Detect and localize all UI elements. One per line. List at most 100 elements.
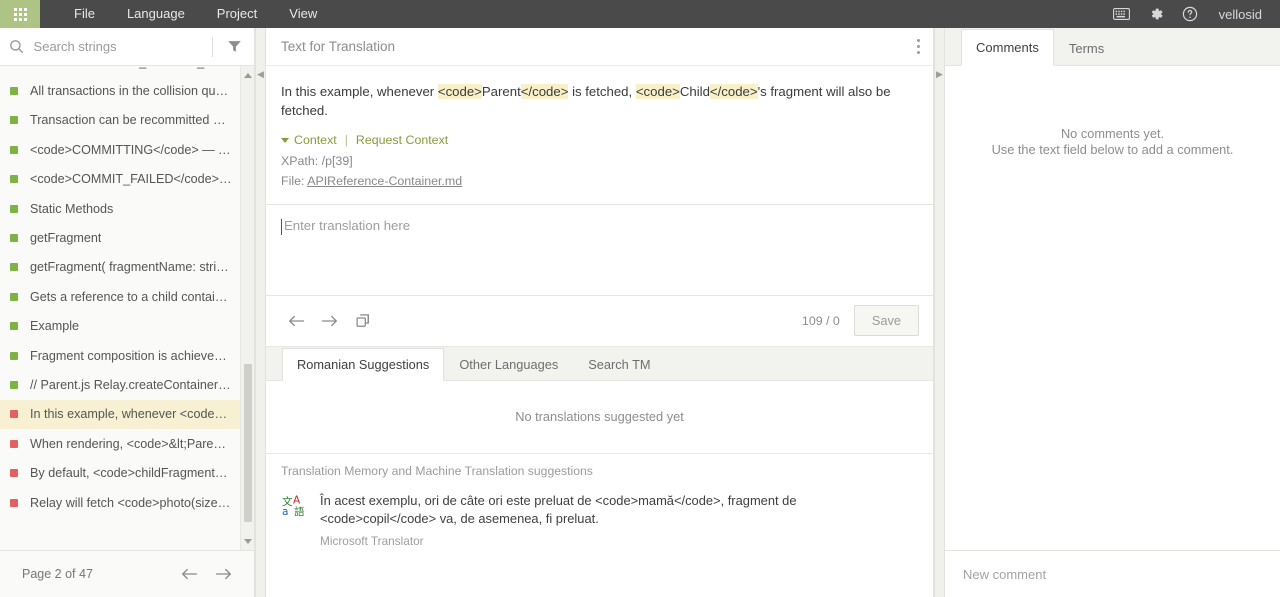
svg-text:語: 語 xyxy=(294,505,305,516)
list-item-label: All transactions in the collision queu..… xyxy=(30,84,232,99)
tm-suggestion-source: Microsoft Translator xyxy=(320,534,424,549)
kebab-menu-icon[interactable] xyxy=(903,32,933,62)
collapse-comments-handle[interactable]: ▶ xyxy=(934,28,945,597)
new-comment-input[interactable] xyxy=(961,565,1264,583)
scroll-up-arrow-icon[interactable] xyxy=(241,68,254,82)
xpath-value: /p[39] xyxy=(321,153,353,168)
keyboard-icon[interactable] xyxy=(1105,0,1139,28)
list-item-label: <code>COLLISION_COMMIT_FAILED... xyxy=(30,66,232,69)
collapse-sidebar-handle[interactable]: ◀ xyxy=(255,28,266,597)
editor-toolbar: 109 / 0 Save xyxy=(266,294,933,346)
main-menu: File Language Project View xyxy=(58,0,333,28)
file-row: File: APIReference-Container.md xyxy=(281,171,918,191)
help-icon[interactable] xyxy=(1173,0,1207,28)
list-item[interactable]: <code>COMMITTING</code> — Tra... xyxy=(0,135,254,164)
apps-grid-button[interactable] xyxy=(0,0,40,28)
list-item[interactable]: <code>COMMIT_FAILED</code> — T... xyxy=(0,165,254,194)
next-page-button[interactable] xyxy=(210,561,236,587)
list-item[interactable]: // Parent.js Relay.createContainer(P... xyxy=(0,370,254,399)
list-item[interactable]: Transaction can be recommitted or ... xyxy=(0,106,254,135)
chevron-left-icon: ◀ xyxy=(257,69,264,79)
list-item-label: In this example, whenever <code>P... xyxy=(30,407,232,422)
tab-search-tm[interactable]: Search TM xyxy=(573,348,665,381)
source-code-tag: <code> xyxy=(635,84,680,99)
list-item-label: Example xyxy=(30,319,79,334)
tab-comments[interactable]: Comments xyxy=(961,29,1054,66)
tm-suggestion-row[interactable]: 文 A a 語 În acest exemplu, ori de câte or… xyxy=(266,484,933,559)
filter-funnel-icon[interactable] xyxy=(215,39,254,54)
scrollbar-thumb[interactable] xyxy=(244,364,252,522)
list-item-label: <code>COMMITTING</code> — Tra... xyxy=(30,142,232,157)
tm-suggestion-body: În acest exemplu, ori de câte ori este p… xyxy=(320,492,911,549)
list-item[interactable]: All transactions in the collision queu..… xyxy=(0,76,254,105)
status-badge xyxy=(10,439,18,448)
prev-page-button[interactable] xyxy=(176,561,202,587)
search-input[interactable] xyxy=(33,39,210,54)
tm-suggestion-text: În acest exemplu, ori de câte ori este p… xyxy=(320,492,797,526)
list-item[interactable]: In this example, whenever <code>P... xyxy=(0,399,254,430)
xpath-row: XPath: /p[39] xyxy=(281,151,918,171)
sidebar-scrollbar[interactable] xyxy=(240,66,254,550)
list-item[interactable]: Example xyxy=(0,312,254,341)
list-item[interactable]: Fragment composition is achieved vi... xyxy=(0,341,254,370)
list-item-label: When rendering, <code>&lt;Parent&... xyxy=(30,436,232,451)
list-item[interactable]: Static Methods xyxy=(0,194,254,223)
list-item[interactable]: By default, <code>childFragment</c... xyxy=(0,458,254,487)
scroll-down-arrow-icon[interactable] xyxy=(241,534,254,548)
tab-other-languages[interactable]: Other Languages xyxy=(444,348,573,381)
menu-item-view[interactable]: View xyxy=(273,0,333,28)
gear-icon[interactable] xyxy=(1139,0,1173,28)
list-item[interactable]: getFragment( fragmentName: string... xyxy=(0,253,254,282)
status-badge xyxy=(10,87,18,96)
list-item-label: Gets a reference to a child container... xyxy=(30,289,232,304)
file-link[interactable]: APIReference-Container.md xyxy=(307,174,462,188)
copy-source-icon[interactable] xyxy=(346,304,379,337)
list-item[interactable]: Relay will fetch <code>photo(size: 6... xyxy=(0,488,254,517)
next-string-button[interactable] xyxy=(313,304,346,337)
no-suggestions-message: No translations suggested yet xyxy=(266,380,933,453)
status-badge xyxy=(10,145,18,154)
comments-tabs: Comments Terms xyxy=(945,28,1280,66)
pagination-arrows xyxy=(176,561,236,587)
tab-terms[interactable]: Terms xyxy=(1054,29,1119,66)
request-context-link[interactable]: Request Context xyxy=(356,130,448,150)
status-badge xyxy=(10,410,18,419)
topbar-right-group: vellosid xyxy=(1105,0,1280,28)
machine-translation-icon: 文 A a 語 xyxy=(282,494,306,518)
list-item-label: Static Methods xyxy=(30,201,114,216)
status-badge xyxy=(10,351,18,360)
menu-item-file[interactable]: File xyxy=(58,0,111,28)
menu-item-language[interactable]: Language xyxy=(111,0,201,28)
context-toggle[interactable]: Context xyxy=(294,130,337,150)
list-item-label: getFragment( fragmentName: string... xyxy=(30,260,232,275)
list-item[interactable]: Gets a reference to a child container... xyxy=(0,282,254,311)
tab-romanian-suggestions[interactable]: Romanian Suggestions xyxy=(282,347,445,381)
status-badge xyxy=(10,204,18,213)
status-badge xyxy=(10,175,18,184)
translation-editor[interactable]: Enter translation here xyxy=(266,203,933,295)
source-text-segment: In this example, whenever xyxy=(281,84,438,99)
list-item[interactable]: When rendering, <code>&lt;Parent&... xyxy=(0,429,254,458)
user-menu[interactable]: vellosid xyxy=(1207,7,1266,22)
list-item[interactable]: <code>COLLISION_COMMIT_FAILED... xyxy=(0,66,254,76)
search-bar xyxy=(0,28,254,66)
list-item-label: Transaction can be recommitted or ... xyxy=(30,113,232,128)
list-item[interactable]: getFragment xyxy=(0,223,254,252)
comments-empty-line-2: Use the text field below to add a commen… xyxy=(991,142,1234,158)
app-body: <code>COLLISION_COMMIT_FAILED... All tran… xyxy=(0,28,1280,597)
context-section: Context | Request Context XPath: /p[39] … xyxy=(266,130,933,203)
menu-item-project[interactable]: Project xyxy=(201,0,273,28)
status-badge xyxy=(10,292,18,301)
text-cursor xyxy=(281,218,282,235)
save-button[interactable]: Save xyxy=(853,305,919,337)
previous-string-button[interactable] xyxy=(280,304,313,337)
suggestions-section: Romanian Suggestions Other Languages Sea… xyxy=(266,345,933,597)
status-badge xyxy=(10,469,18,478)
xpath-label: XPath: xyxy=(281,153,319,168)
caret-down-icon[interactable] xyxy=(281,138,289,144)
context-header: Context | Request Context xyxy=(281,130,918,150)
translation-pane: Text for Translation In this example, wh… xyxy=(266,28,934,597)
source-code-tag: </code> xyxy=(709,84,758,99)
status-badge xyxy=(10,322,18,331)
search-divider xyxy=(211,36,213,57)
